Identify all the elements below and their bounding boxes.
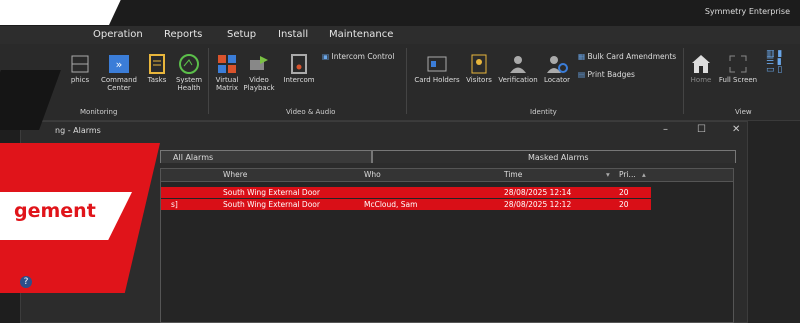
intercom-icon	[291, 54, 307, 74]
menu-install[interactable]: Install	[278, 29, 308, 40]
side-toolbar: ?	[20, 258, 34, 292]
sort-asc-icon: ▴	[642, 170, 646, 179]
cell-time: 28/08/2025 12:12	[504, 200, 572, 209]
command-center-icon: »	[109, 55, 129, 73]
bulk-card-icon: ▦	[578, 52, 586, 61]
tab-strip: All Alarms Masked Alarms	[160, 150, 736, 164]
system-health-button[interactable]: System Health	[172, 54, 206, 92]
table-row[interactable]: s] South Wing External Door McCloud, Sam…	[161, 199, 651, 210]
graphics-button[interactable]: phics	[60, 54, 100, 84]
video-playback-button[interactable]: Video Playback	[242, 54, 276, 92]
workspace-background	[748, 121, 800, 323]
tasks-button[interactable]: Tasks	[142, 54, 172, 84]
cell-where: South Wing External Door	[223, 188, 320, 197]
command-center-button[interactable]: » Command Center	[100, 54, 138, 92]
print-badges-link[interactable]: ▤ Print Badges	[578, 70, 635, 79]
overlay-banner-text: gement	[14, 200, 96, 222]
full-screen-icon	[729, 55, 747, 73]
virtual-matrix-button[interactable]: Virtual Matrix	[212, 54, 242, 92]
tab-all-alarms[interactable]: All Alarms	[160, 150, 372, 163]
locator-icon	[547, 56, 568, 73]
menu-setup[interactable]: Setup	[227, 29, 256, 40]
system-health-icon	[179, 54, 199, 74]
cell-priority: 20	[619, 188, 629, 197]
app-brand: Symmetry Enterprise	[704, 7, 790, 16]
window-title: ng - Alarms	[55, 126, 101, 135]
help-icon[interactable]: ?	[20, 276, 32, 288]
menu-bar: Operation Reports Setup Install Maintena…	[0, 26, 800, 44]
verification-button[interactable]: Verification	[496, 54, 540, 84]
ribbon: phics » Command Center Tasks System Heal…	[0, 44, 800, 121]
tasks-icon	[149, 54, 165, 74]
column-header-who[interactable]: Who	[364, 170, 381, 179]
verification-icon	[510, 56, 526, 73]
virtual-matrix-icon	[218, 55, 236, 73]
menu-reports[interactable]: Reports	[164, 29, 202, 40]
print-badges-icon: ▤	[578, 70, 586, 79]
group-label-view: View	[735, 108, 752, 116]
sort-desc-icon: ▾	[606, 170, 610, 179]
view-layout-icons[interactable]: ▥ ▮ ☰ ▮ ▭ ▯	[766, 50, 796, 75]
menu-operation[interactable]: Operation	[93, 29, 143, 40]
separator	[683, 48, 684, 114]
intercom-control-icon: ▣	[322, 52, 330, 61]
cell-time: 28/08/2025 12:14	[504, 188, 572, 197]
group-label-video-audio: Video & Audio	[286, 108, 336, 116]
title-bar: Symmetry Enterprise	[0, 0, 800, 26]
card-holders-icon	[427, 56, 447, 72]
minimize-button[interactable]: –	[663, 124, 668, 135]
maximize-button[interactable]: ☐	[697, 124, 706, 135]
home-icon	[692, 55, 710, 73]
group-label-identity: Identity	[530, 108, 557, 116]
separator	[208, 48, 209, 114]
column-header-time[interactable]: Time	[504, 170, 522, 179]
card-holders-button[interactable]: Card Holders	[413, 54, 461, 84]
svg-text:»: »	[116, 58, 123, 71]
alarms-table: Where Who Time ▾ Pri... ▴ South Wing Ext…	[160, 168, 734, 323]
menu-maintenance[interactable]: Maintenance	[329, 29, 393, 40]
tab-masked-alarms[interactable]: Masked Alarms	[372, 150, 736, 163]
home-button[interactable]: Home	[688, 54, 714, 84]
separator	[406, 48, 407, 114]
full-screen-button[interactable]: Full Screen	[716, 54, 760, 84]
column-header-priority[interactable]: Pri...	[619, 170, 636, 179]
cell-where: South Wing External Door	[223, 200, 320, 209]
table-header: Where Who Time ▾ Pri... ▴	[161, 169, 733, 182]
video-playback-icon	[250, 56, 268, 70]
bulk-card-amendments-link[interactable]: ▦ Bulk Card Amendments	[578, 52, 676, 61]
overlay-white-stripe	[0, 0, 130, 25]
cell-who: McCloud, Sam	[364, 200, 418, 209]
column-header-where[interactable]: Where	[223, 170, 247, 179]
table-row[interactable]: South Wing External Door 28/08/2025 12:1…	[161, 187, 651, 198]
cell-prefix: s]	[171, 200, 178, 209]
close-button[interactable]: ✕	[732, 124, 740, 135]
visitors-icon	[471, 54, 487, 74]
intercom-control-link[interactable]: ▣ Intercom Control	[322, 52, 394, 61]
graphics-icon	[71, 55, 89, 73]
locator-button[interactable]: Locator	[541, 54, 573, 84]
cell-priority: 20	[619, 200, 629, 209]
visitors-button[interactable]: Visitors	[463, 54, 495, 84]
group-label-monitoring: Monitoring	[80, 108, 118, 116]
intercom-button[interactable]: Intercom	[282, 54, 316, 84]
